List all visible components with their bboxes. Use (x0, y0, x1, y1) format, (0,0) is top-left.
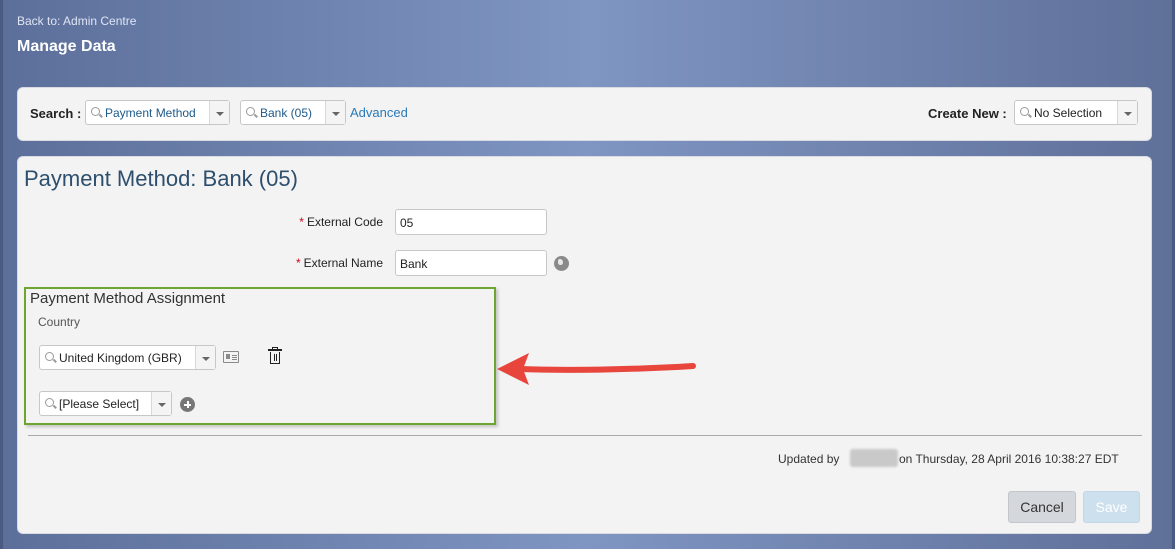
required-marker: * (295, 256, 301, 270)
required-marker: * (299, 215, 304, 229)
new-country-select[interactable]: [Please Select] (39, 391, 172, 416)
record-title: Payment Method: Bank (05) (24, 166, 298, 191)
updated-on-text: on Thursday, 28 April 2016 10:38:27 EDT (899, 452, 1119, 466)
window-frame-left (0, 0, 3, 549)
assignment-section-title: Payment Method Assignment (30, 290, 226, 307)
annotation-arrow-icon (497, 353, 696, 385)
cancel-button[interactable]: Cancel (1008, 491, 1076, 523)
record-value: Bank (05) (260, 106, 313, 120)
chevron-down-icon[interactable] (209, 101, 229, 124)
section-divider (28, 435, 1142, 436)
payment-method-assignment-section: Payment Method Assignment Country United… (24, 287, 496, 425)
search-label: Search : (30, 106, 82, 121)
back-to-admin-centre-link[interactable]: Back to: Admin Centre (17, 14, 136, 28)
search-icon (246, 107, 255, 116)
translations-globe-icon[interactable] (554, 256, 569, 271)
chevron-down-icon[interactable] (195, 346, 215, 369)
external-name-field[interactable]: Bank (395, 250, 547, 276)
record-select[interactable]: Bank (05) (240, 100, 346, 125)
search-panel: Search : Payment Method Bank (05) Advanc… (17, 87, 1152, 141)
chevron-down-icon[interactable] (325, 101, 345, 124)
external-code-label: * External Code (299, 215, 383, 229)
redacted-username (850, 449, 898, 467)
external-code-label-text: External Code (306, 215, 383, 229)
country-select[interactable]: United Kingdom (GBR) (39, 345, 216, 370)
country-value: United Kingdom (GBR) (59, 351, 182, 365)
create-new-select[interactable]: No Selection (1014, 100, 1138, 125)
object-type-select[interactable]: Payment Method (85, 100, 230, 125)
search-icon (1020, 107, 1029, 116)
delete-row-trash-icon[interactable] (268, 347, 282, 364)
new-country-placeholder: [Please Select] (59, 397, 140, 411)
object-type-value: Payment Method (105, 106, 196, 120)
add-row-plus-icon[interactable] (180, 397, 195, 412)
page-title: Manage Data (17, 38, 116, 55)
advanced-search-link[interactable]: Advanced (350, 105, 408, 120)
external-code-field[interactable]: 05 (395, 209, 547, 235)
search-icon (45, 352, 54, 361)
chevron-down-icon[interactable] (151, 392, 171, 415)
search-icon (91, 107, 100, 116)
create-new-label: Create New : (928, 106, 1007, 121)
details-card-icon[interactable] (223, 351, 239, 363)
country-column-label: Country (38, 315, 81, 329)
external-name-label-text: External Name (303, 256, 383, 270)
chevron-down-icon[interactable] (1117, 101, 1137, 124)
create-new-value: No Selection (1034, 106, 1103, 120)
save-button[interactable]: Save (1083, 491, 1140, 523)
external-name-label: * External Name (296, 256, 383, 270)
search-icon (45, 398, 54, 407)
updated-by-prefix: Updated by (778, 452, 840, 466)
